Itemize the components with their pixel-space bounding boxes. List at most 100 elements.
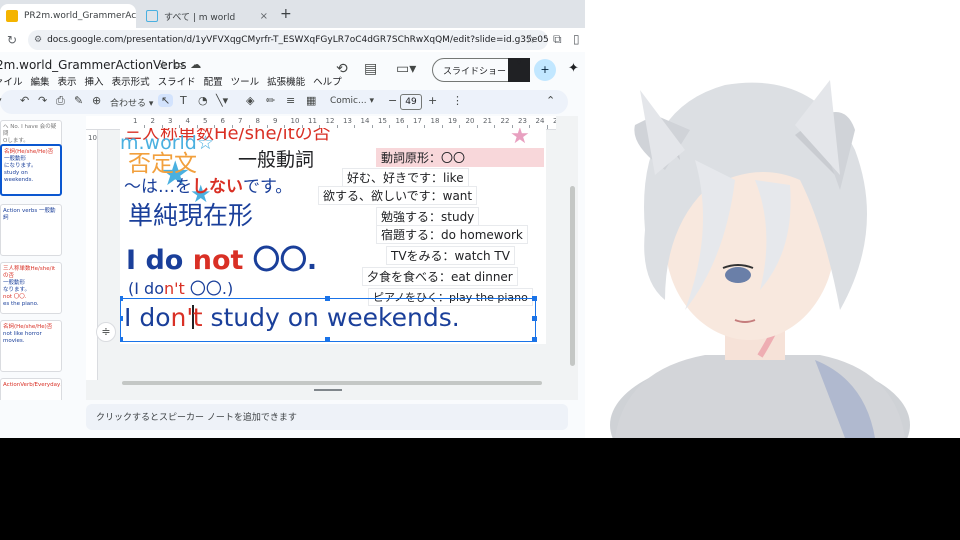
history-icon[interactable]: ⟲ (336, 61, 348, 77)
vtuber-avatar (585, 0, 960, 438)
vocab-box[interactable]: 勉強する：study (376, 207, 480, 226)
url-field[interactable]: ⚙ docs.google.com/presentation/d/1yVFVXq… (28, 30, 548, 50)
redo-icon[interactable]: ↷ (38, 94, 47, 107)
ruler-number: 3 (168, 117, 173, 125)
slide-thumbnail[interactable]: 名詞(He/she/He)否 not like horror movies. (0, 320, 62, 372)
line-icon[interactable]: ╲▾ (216, 94, 228, 107)
ruler-number: 4 (185, 117, 190, 125)
ruler-number: 1 (133, 117, 138, 125)
address-bar: ↻ ⚙ docs.google.com/presentation/d/1yVFV… (0, 28, 585, 52)
general-verb-label[interactable]: 一般動詞 (238, 145, 314, 172)
example-contraction[interactable]: (I don't 〇〇.) (128, 275, 233, 299)
slide-filmstrip: へ No. I have 会の疑問 Oします。 名詞(He/she/He)否 一… (0, 116, 68, 400)
reload-icon[interactable]: ↻ (0, 33, 24, 47)
share-button[interactable]: + (534, 59, 556, 81)
gemini-icon[interactable]: ✦ (568, 61, 579, 76)
menu-view[interactable]: 表示 (58, 74, 77, 88)
resize-handle[interactable] (325, 337, 330, 342)
star-icon[interactable]: ☆ (158, 58, 174, 71)
slide-thumbnail[interactable]: ActionVerb/Everyday… (0, 378, 62, 400)
vocab-box[interactable]: TVをみる：watch TV (386, 246, 515, 265)
ruler-number: 14 (360, 117, 370, 125)
black-bar (0, 438, 960, 540)
slide-thumbnail-selected[interactable]: 名詞(He/she/He)否 一般動形 になります。 study on week… (0, 144, 62, 196)
menu-slide[interactable]: スライド (158, 74, 196, 88)
menu-tools[interactable]: ツール (231, 74, 260, 88)
menu-extensions[interactable]: 拡張機能 (267, 74, 305, 88)
border-weight-icon[interactable]: ≡ (286, 94, 295, 107)
ruler-number: 23 (518, 117, 527, 125)
editing-toolbar: ▾ ↶ ↷ ⎙ ✎ ⊕ 合わせる ▾ ↖ T ◔ ╲▾ ◈ ✏ ≡ ▦ Comi… (0, 90, 568, 114)
menu-edit[interactable]: 編集 (31, 74, 50, 88)
menu-file[interactable]: ァイル (0, 74, 23, 88)
tab-slides[interactable]: PR2m.world_GrammerActionV × (0, 4, 136, 28)
font-size-decrease[interactable]: − (388, 94, 397, 107)
ruler-number: 22 (500, 117, 510, 125)
slideshow-button[interactable]: スライドショー ▾ (432, 58, 530, 82)
tab-title: PR2m.world_GrammerActionV (24, 11, 136, 21)
bookmark-star-icon[interactable]: ☆ (525, 32, 536, 46)
slide-thumbnail[interactable]: Action verbs 一般動詞 (0, 204, 62, 256)
meet-icon[interactable]: ▭▾ (396, 61, 416, 77)
zoom-icon[interactable]: ⊕ (92, 94, 101, 107)
resize-handle[interactable] (532, 316, 537, 321)
more-options-icon[interactable]: ⋮ (452, 94, 463, 107)
vertical-ruler[interactable]: 10 (86, 130, 98, 380)
selected-text-box[interactable]: I don't study on weekends. (120, 296, 537, 342)
slideshow-dropdown-icon[interactable]: ▾ (508, 58, 530, 82)
border-color-icon[interactable]: ✏ (266, 94, 275, 107)
example-full-form[interactable]: I do not 〇〇. (126, 238, 317, 277)
vocab-box[interactable]: 夕食を食べる：eat dinner (362, 267, 518, 286)
slide-thumbnail[interactable]: 三人称単数He/she/itの否 一般動形 なります。 not 〇〇. es t… (0, 262, 62, 314)
menu-arrange[interactable]: 配置 (204, 74, 223, 88)
menu-insert[interactable]: 挿入 (85, 74, 104, 88)
vocab-box[interactable]: 好む、好きです：like (342, 168, 469, 187)
collapse-toolbar-icon[interactable]: ⌃ (546, 94, 555, 107)
extensions-icon[interactable]: ⧉ (553, 32, 562, 47)
resize-handle[interactable] (120, 337, 123, 342)
ruler-tick (546, 125, 548, 129)
cloud-saved-icon: ☁ (190, 58, 208, 71)
speaker-notes[interactable]: クリックするとスピーカー ノートを追加できます (86, 404, 568, 430)
notes-resize-handle[interactable] (314, 389, 342, 391)
vocab-box[interactable]: 動詞原形：〇〇 (376, 148, 544, 167)
pattern-text[interactable]: ～は…をしないです。 (124, 172, 292, 197)
selected-example-text[interactable]: I don't study on weekends. (124, 303, 460, 332)
shape-icon[interactable]: ◔ (198, 94, 208, 107)
add-slide-icon[interactable]: ▾ (0, 94, 2, 107)
print-icon[interactable]: ⎙ (56, 94, 65, 108)
vertical-scrollbar[interactable] (570, 186, 575, 366)
tab-mworld[interactable]: すべて | m world × (140, 4, 274, 28)
resize-handle[interactable] (120, 296, 123, 301)
menu-bar: ァイル 編集 表示 挿入 表示形式 スライド 配置 ツール 拡張機能 ヘルプ (0, 74, 342, 88)
select-tool-icon[interactable]: ↖ (158, 94, 174, 107)
close-tab-icon[interactable]: × (252, 11, 268, 22)
new-tab-button[interactable]: + (280, 6, 292, 22)
vocab-box[interactable]: 宿題する：do homework (376, 225, 528, 244)
font-dropdown[interactable]: Comic... ▾ (330, 96, 374, 106)
ruler-number: 19 (448, 117, 457, 125)
text-box-icon[interactable]: T (180, 94, 187, 107)
autofit-icon[interactable]: ≑ (96, 322, 116, 342)
resize-handle[interactable] (120, 316, 123, 321)
resize-handle[interactable] (532, 337, 537, 342)
font-size-input[interactable]: 49 (400, 94, 422, 110)
paint-format-icon[interactable]: ✎ (74, 94, 83, 107)
vocab-box[interactable]: 欲する、欲しいです：want (318, 186, 478, 205)
zoom-dropdown[interactable]: 合わせる ▾ (110, 96, 153, 109)
resize-handle[interactable] (325, 296, 330, 301)
site-info-icon[interactable]: ⚙ (34, 35, 42, 45)
move-folder-icon[interactable]: ▭ (174, 58, 190, 71)
border-dash-icon[interactable]: ▦ (306, 94, 316, 107)
slide-canvas[interactable]: 三人称単数He/she/itの否 ★ ★ ★ m.world☆ 否定文 一般動詞… (120, 128, 546, 344)
horizontal-scrollbar[interactable] (122, 381, 542, 385)
menu-format[interactable]: 表示形式 (112, 74, 150, 88)
comments-icon[interactable]: ▤ (364, 61, 377, 77)
font-size-increase[interactable]: + (428, 94, 437, 107)
mworld-favicon-icon (146, 10, 158, 22)
undo-icon[interactable]: ↶ (20, 94, 29, 107)
tense-label[interactable]: 単純現在形 (128, 196, 253, 232)
side-panel-icon[interactable]: ▯ (573, 32, 580, 46)
resize-handle[interactable] (532, 296, 537, 301)
fill-color-icon[interactable]: ◈ (246, 94, 254, 107)
